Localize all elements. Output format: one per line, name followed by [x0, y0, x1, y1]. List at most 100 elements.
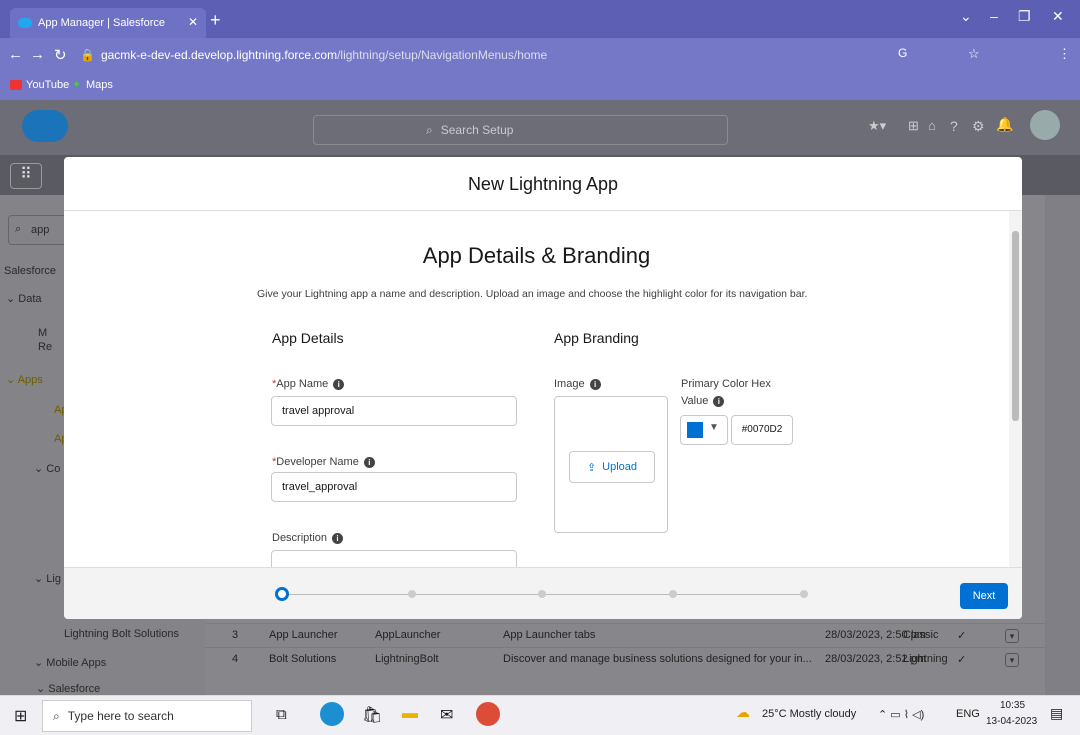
clock-date[interactable]: 13-04-2023 — [986, 716, 1037, 727]
quick-find-input[interactable]: ⌕ app — [8, 215, 68, 245]
search-icon: ⌕ — [426, 122, 433, 137]
sidebar-item-data[interactable]: ⌄ Data — [6, 292, 42, 305]
modal-footer: Next — [64, 567, 1022, 619]
wizard-description: Give your Lightning app a name and descr… — [257, 288, 808, 300]
color-hex-input[interactable]: #0070D2 — [731, 415, 793, 445]
restore-icon[interactable]: ❐ — [1018, 8, 1031, 25]
close-tab-icon[interactable]: ✕ — [188, 15, 198, 29]
gear-icon[interactable]: ⚙ — [972, 118, 985, 135]
edge-icon[interactable] — [320, 702, 344, 726]
browser-tab[interactable]: App Manager | Salesforce ✕ — [10, 8, 206, 38]
reload-icon[interactable]: ↻ — [54, 46, 67, 64]
developer-name-label: *Developer Name i — [272, 456, 375, 468]
url-field[interactable]: 🔒 gacmk-e-dev-ed.develop.lightning.force… — [80, 43, 890, 67]
color-swatch — [687, 422, 703, 438]
mail-icon[interactable]: ✉ — [440, 705, 453, 725]
progress-step[interactable] — [800, 590, 808, 598]
sidebar-item[interactable]: ⌄ Salesforce — [36, 682, 100, 695]
bookmarks-bar: YouTube ✦ Maps — [0, 72, 1080, 100]
taskbar-search-input[interactable]: ⌕ Type here to search — [42, 700, 252, 732]
menu-icon[interactable]: ⋮ — [1058, 46, 1071, 62]
app-launcher-icon[interactable]: ⠿ — [10, 163, 42, 189]
language-indicator[interactable]: ENG — [956, 708, 980, 720]
google-icon[interactable]: G — [898, 46, 907, 60]
progress-step[interactable] — [538, 590, 546, 598]
color-picker-button[interactable]: ▼ — [680, 415, 728, 445]
progress-step-current[interactable] — [275, 587, 289, 601]
app-name: App Launcher — [269, 629, 338, 641]
app-branding-title: App Branding — [554, 330, 639, 346]
task-view-icon[interactable]: ⧉ — [276, 706, 287, 723]
sidebar-item-apps[interactable]: ⌄ Apps — [6, 373, 43, 386]
app-type: Classic — [903, 629, 939, 641]
progress-step[interactable] — [669, 590, 677, 598]
youtube-icon — [10, 80, 22, 90]
weather-text[interactable]: 25°C Mostly cloudy — [762, 708, 856, 720]
row-action-dropdown[interactable]: ▾ — [1005, 653, 1019, 667]
clock-time[interactable]: 10:35 — [1000, 700, 1025, 711]
row-action-dropdown[interactable]: ▾ — [1005, 629, 1019, 643]
taskbar-search-placeholder: Type here to search — [67, 709, 174, 723]
maps-icon: ✦ — [72, 79, 82, 91]
windows-start-icon[interactable]: ⊞ — [14, 706, 27, 726]
notification-center-icon[interactable]: ▤ — [1050, 705, 1063, 722]
new-tab-icon[interactable]: + — [210, 10, 221, 31]
progress-step[interactable] — [408, 590, 416, 598]
chevron-down-icon[interactable]: ⌄ — [960, 8, 972, 25]
app-name-label: *App Name i — [272, 378, 345, 390]
developer-name-input[interactable]: travel_approval — [271, 472, 517, 502]
row-number: 3 — [232, 629, 239, 641]
avatar[interactable] — [1030, 110, 1060, 140]
sidebar-item-lightning-bolt[interactable]: Lightning Bolt Solutions — [64, 628, 179, 640]
developer-name: LightningBolt — [375, 653, 439, 665]
lock-icon: 🔒 — [80, 48, 95, 62]
next-button[interactable]: Next — [960, 583, 1008, 609]
bookmark-maps[interactable]: Maps — [86, 79, 113, 91]
store-icon[interactable]: 🛍 — [362, 705, 382, 725]
image-dropzone[interactable]: ⇪ Upload — [554, 396, 668, 533]
favorites-icon[interactable]: ★▾ — [868, 118, 886, 134]
salesforce-logo-icon[interactable] — [22, 110, 68, 142]
table-row[interactable]: 3 App Launcher AppLauncher App Launcher … — [205, 623, 1045, 647]
table-row[interactable]: 4 Bolt Solutions LightningBolt Discover … — [205, 647, 1045, 671]
sidebar-item[interactable]: Salesforce — [4, 265, 56, 277]
row-number: 4 — [232, 653, 239, 665]
trailhead-icon[interactable]: ⌂ — [928, 118, 936, 133]
info-icon: i — [332, 532, 344, 544]
modal-scrollbar[interactable] — [1009, 211, 1022, 567]
windows-taskbar: ⊞ ⌕ Type here to search ⧉ 🛍 ▬ ✉ ☁ 25°C M… — [0, 695, 1080, 735]
sidebar-item[interactable]: ⌄ Co — [34, 462, 60, 475]
forward-icon[interactable]: → — [30, 46, 45, 63]
primary-color-label: Primary Color Hex — [681, 378, 771, 390]
url-path: /lightning/setup/NavigationMenus/home — [337, 48, 548, 62]
modal-body: App Details & Branding Give your Lightni… — [64, 211, 1022, 567]
description-textarea[interactable] — [271, 550, 517, 567]
notification-bell-icon[interactable]: 🔔 — [996, 116, 1013, 133]
salesforce-header: ⌕ Search Setup ★▾ ⊞ ⌂ ? ⚙ 🔔 — [0, 100, 1080, 155]
chrome-icon[interactable] — [476, 702, 500, 726]
upload-icon: ⇪ — [586, 461, 597, 474]
sidebar-item[interactable]: Re — [38, 341, 52, 353]
sidebar-item[interactable]: M — [38, 327, 47, 339]
check-icon: ✓ — [957, 654, 967, 666]
back-icon[interactable]: ← — [8, 46, 23, 63]
sidebar-item-mobile-apps[interactable]: ⌄ Mobile Apps — [34, 656, 106, 669]
star-icon[interactable]: ☆ — [968, 46, 980, 62]
bookmark-youtube[interactable]: YouTube — [26, 79, 69, 91]
help-icon[interactable]: ? — [950, 118, 958, 134]
browser-tab-bar: App Manager | Salesforce ✕ + ⌄ – ❐ ✕ — [0, 0, 1080, 38]
new-lightning-app-modal: New Lightning App App Details & Branding… — [64, 157, 1022, 619]
upload-button[interactable]: ⇪ Upload — [569, 451, 655, 483]
file-explorer-icon[interactable]: ▬ — [402, 705, 418, 723]
wizard-heading: App Details & Branding — [422, 243, 651, 268]
scrollbar-thumb[interactable] — [1012, 231, 1019, 421]
sidebar-item[interactable]: ⌄ Lig — [34, 572, 61, 585]
tray-icons[interactable]: ⌃ ▭ ⌇ ◁) — [878, 708, 924, 721]
add-icon[interactable]: ⊞ — [908, 118, 919, 134]
minimize-icon[interactable]: – — [990, 8, 998, 24]
setup-search-input[interactable]: ⌕ Search Setup — [313, 115, 728, 145]
app-name-input[interactable]: travel approval — [271, 396, 517, 426]
close-window-icon[interactable]: ✕ — [1052, 8, 1064, 25]
app-description: Discover and manage business solutions d… — [503, 653, 812, 665]
search-icon: ⌕ — [53, 708, 60, 723]
